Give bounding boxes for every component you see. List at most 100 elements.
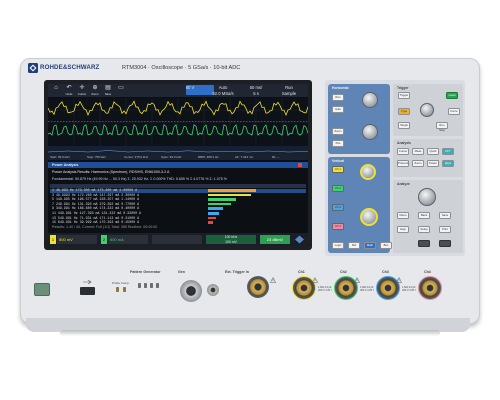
ch1-scale[interactable]: 500 mV [57,235,97,244]
horizontal-scale-knob[interactable] [362,124,378,140]
results-title: Power Analysis [52,163,79,167]
key-back[interactable]: Back [418,212,430,219]
toolbar-readout[interactable]: Auto 92.0 MSa/s [207,85,239,97]
key-level[interactable]: Level [446,92,458,99]
horizontal-position-knob[interactable] [362,92,378,108]
measurement-item: Stop: 750 kHz [87,155,106,159]
result-bar [208,193,251,197]
base-shadow [60,330,440,336]
mask-icon: ▭ [118,85,124,91]
key-type[interactable]: Type [398,108,410,115]
probe-comp-pin[interactable] [123,287,126,292]
close-results-icon[interactable] [298,163,302,167]
result-bar [208,212,219,215]
key-setup[interactable]: Setup [418,226,430,233]
toolbar-button-undo[interactable]: ↶ Undo [63,85,75,97]
trigger-level-knob[interactable] [420,103,434,117]
vertical-position-knob[interactable] [360,164,376,180]
vertical-scale-knob[interactable] [360,208,378,226]
results-table[interactable]: 1 49.993 Hz 173.300 mA 173.300 mA 1.0000… [48,188,308,230]
home-icon: ⌂ [54,85,58,91]
result-bar [208,221,213,224]
key-force[interactable]: Force [448,108,460,115]
warning-icon [270,277,276,283]
pattern-pin[interactable] [138,283,141,288]
cursor-icon: ✛ [79,85,85,91]
key-logic[interactable]: Logic [332,242,344,249]
toolbar-label: Undo [65,92,73,96]
pattern-pin[interactable] [144,283,147,288]
key-meas[interactable]: Meas [412,148,424,155]
waveform-display[interactable] [48,98,308,146]
channel-4-label: Ch4 [424,270,431,274]
measurement-item: RL: -- [272,155,280,159]
brand-name: ROHDE&SCHWARZ [40,64,100,71]
measurement-item: AF: 7.324 ms [235,155,253,159]
toolbar-button-home[interactable]: ⌂ [50,85,62,97]
key-math[interactable]: Math [364,242,376,249]
probe-comp-pin[interactable] [116,287,119,292]
toolbar-button-mask[interactable]: ▭ [115,85,127,97]
ext-trigger-connector[interactable] [247,276,269,298]
power-button[interactable] [34,283,50,296]
channel-2-label: Ch2 [340,270,347,274]
key-power[interactable]: Power [427,160,439,167]
results-title-bar [48,162,308,168]
toolbar-readout[interactable]: Run Sample [273,85,305,97]
key-ch-1[interactable]: Ch 1 [332,166,344,173]
key-single[interactable]: Single [398,122,410,129]
key-ch-2[interactable]: Ch 2 [332,185,344,192]
key-cursor[interactable]: Cursor [397,148,409,155]
toolbar-button-save[interactable]: ▤ Save [102,85,114,97]
key-print[interactable]: Print [439,226,451,233]
result-bar [208,202,231,206]
touch-screen[interactable]: ⌂ ↶ Undo ✛ Cursor ⊕ Zoom ▤ Save ▭ 60 V Auto 92.0 MS… [48,84,308,246]
ch2-scale[interactable]: 500 mA [108,235,148,244]
key-ch-4[interactable]: Ch 4 [332,223,344,230]
ch1-badge[interactable]: 1 [50,235,56,244]
probe-comp-label: Probe Comp. [112,281,130,285]
measurement-item: Center: 375.0 kHz [124,155,149,159]
key-protocol[interactable]: Protocol [397,160,409,167]
key-apps[interactable]: Apps [442,160,454,167]
key-run[interactable]: Run [332,94,344,101]
key-quick[interactable]: Quick [427,148,439,155]
gen-aux-connector[interactable] [207,284,219,296]
toolbar-button-zoom[interactable]: ⊕ Zoom [89,85,101,97]
pattern-pin[interactable] [150,283,153,288]
key-auto[interactable]: Auto [332,106,344,113]
ch2-badge[interactable]: 2 [101,235,107,244]
key-zoom[interactable]: Zoom [412,160,424,167]
ext-trigger-label: Ext. Trigger In [225,270,249,274]
gen-output-connector[interactable] [180,280,202,302]
key-ch-3[interactable]: Ch 3 [332,204,344,211]
key-fft[interactable]: FFT [442,148,454,155]
key-run-stop[interactable]: Run Stop [436,122,448,132]
readout-bottom: 5 s [253,90,259,96]
key-zoom[interactable]: Zoom [332,128,344,135]
key-trigger[interactable]: Trigger [398,92,410,99]
fft-readout[interactable]: 23 dBmV [260,235,290,244]
toolbar-label: Save [104,92,112,96]
key-pos[interactable]: Pos [332,140,344,147]
results-summary: Fundamental: 50.879 Hz (49.99 Hz ... 50.… [52,177,227,181]
toolbar-readout[interactable]: 60 V [174,85,206,97]
channel-4-input[interactable] [418,276,442,300]
key-extra-2[interactable] [439,240,451,247]
universal-knob[interactable] [418,188,436,206]
pattern-pin[interactable] [156,283,159,288]
key-bus[interactable]: Bus [380,242,392,249]
math-slot[interactable] [152,235,202,244]
key-menu[interactable]: Menu [397,212,409,219]
key-help[interactable]: Help [397,226,409,233]
ref-slot[interactable]: 100 kHz 100 mV [206,235,256,244]
key-extra-1[interactable] [418,240,430,247]
channel-rating: 1 MΩ 13 pF 300 V CAT I [360,286,374,292]
usb-port[interactable] [80,287,95,295]
toolbar-readout[interactable]: 50 ms/5 s [240,85,272,97]
model-line: RTM3004 · Oscilloscope · 5 GSa/s · 10-bi… [122,64,241,71]
gen-label: Gen [178,270,185,274]
key-save[interactable]: Save [439,212,451,219]
key-ref[interactable]: Ref [348,242,360,249]
toolbar-button-cursor[interactable]: ✛ Cursor [76,85,88,97]
